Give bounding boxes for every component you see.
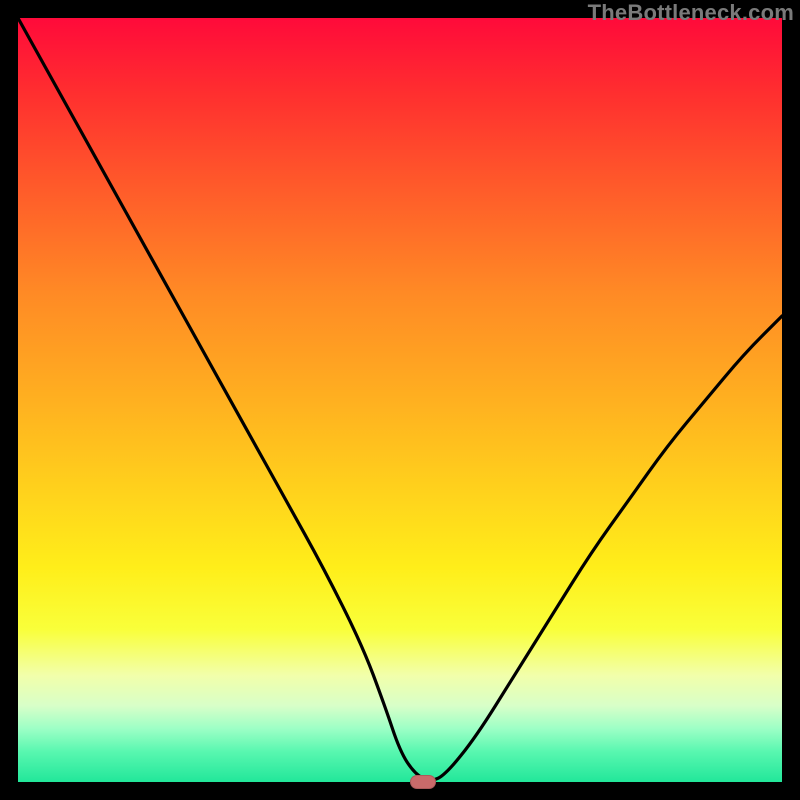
optimal-marker — [410, 775, 436, 789]
chart-frame: TheBottleneck.com — [0, 0, 800, 800]
bottleneck-curve — [18, 18, 782, 782]
watermark-label: TheBottleneck.com — [588, 0, 794, 26]
